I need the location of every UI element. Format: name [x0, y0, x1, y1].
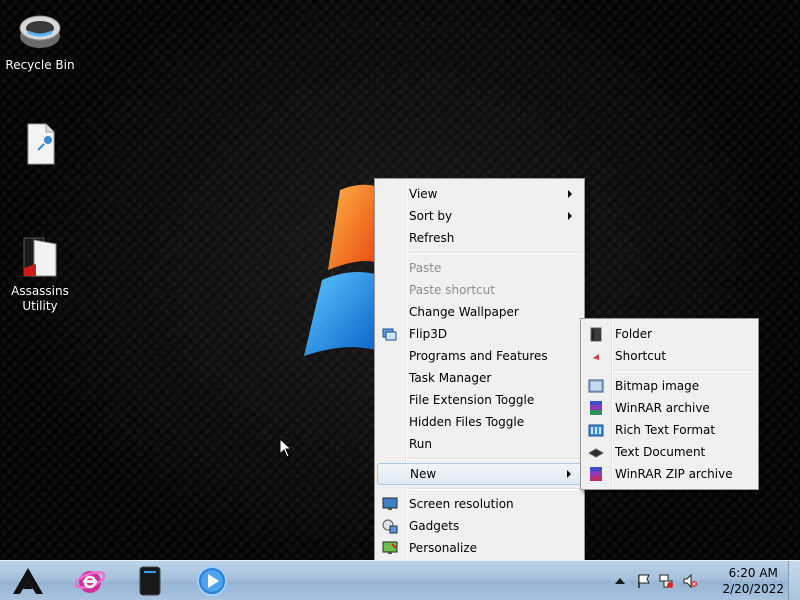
- menu-item-view[interactable]: View: [377, 183, 582, 205]
- menu-item-label: Personalize: [409, 541, 478, 555]
- menu-item-personalize[interactable]: Personalize: [377, 537, 582, 559]
- submenu-item-rich-text-format[interactable]: Rich Text Format: [583, 419, 756, 441]
- menu-separator: [407, 485, 582, 493]
- clock-date: 2/20/2022: [722, 582, 784, 596]
- submenu-item-folder[interactable]: Folder: [583, 323, 756, 345]
- shortcut-icon: [593, 354, 599, 360]
- submenu-item-winrar-archive[interactable]: WinRAR archive: [583, 397, 756, 419]
- monitor-icon: [382, 497, 398, 510]
- desktop-icon-assassins-utility[interactable]: Assassins Utility: [1, 232, 79, 314]
- new-submenu: Folder Shortcut Bitmap image WinRAR arch…: [580, 318, 759, 490]
- shortcut-file-icon: [27, 123, 55, 165]
- mouse-cursor-icon: [279, 438, 291, 458]
- desktop-icon-shortcut-file[interactable]: [1, 120, 79, 172]
- desktop-icon-recycle-bin[interactable]: Recycle Bin: [1, 6, 79, 73]
- submenu-item-text-document[interactable]: Text Document: [583, 441, 756, 463]
- submenu-arrow-icon: [568, 212, 572, 220]
- menu-separator: [407, 455, 582, 463]
- menu-item-sort-by[interactable]: Sort by: [377, 205, 582, 227]
- menu-item-paste[interactable]: Paste: [377, 257, 582, 279]
- menu-item-label: Shortcut: [615, 349, 667, 363]
- action-center-flag-icon[interactable]: [636, 573, 652, 589]
- taskbar: 6:20 AM 2/20/2022: [0, 560, 800, 600]
- menu-item-label: WinRAR ZIP archive: [615, 467, 733, 481]
- submenu-arrow-icon: [568, 190, 572, 198]
- text-document-icon: [588, 448, 604, 458]
- menu-item-change-wallpaper[interactable]: Change Wallpaper: [377, 301, 582, 323]
- personalize-icon: [382, 541, 398, 554]
- drive-icon: [139, 566, 161, 596]
- menu-item-hidden-files-toggle[interactable]: Hidden Files Toggle: [377, 411, 582, 433]
- menu-item-label: Text Document: [615, 445, 706, 459]
- menu-item-label: Run: [409, 437, 433, 451]
- folder-icon: [590, 327, 602, 342]
- taskbar-drive[interactable]: [124, 563, 176, 599]
- menu-separator: [407, 249, 582, 257]
- menu-item-task-manager[interactable]: Task Manager: [377, 367, 582, 389]
- clock-time: 6:20 AM: [728, 566, 778, 580]
- menu-item-file-extension-toggle[interactable]: File Extension Toggle: [377, 389, 582, 411]
- gadgets-icon: [382, 519, 398, 534]
- menu-item-label: Programs and Features: [409, 349, 548, 363]
- taskbar-internet-explorer[interactable]: [64, 563, 116, 599]
- desktop-icon-label: Assassins Utility: [11, 284, 69, 313]
- flip3d-icon: [382, 328, 397, 341]
- menu-item-label: Gadgets: [409, 519, 460, 533]
- menu-item-label: Screen resolution: [409, 497, 514, 511]
- menu-separator: [613, 367, 756, 375]
- menu-item-run[interactable]: Run: [377, 433, 582, 455]
- show-hidden-icons-icon[interactable]: [612, 573, 628, 589]
- menu-item-label: New: [410, 467, 437, 481]
- show-desktop-button[interactable]: [788, 561, 800, 600]
- menu-item-label: Refresh: [409, 231, 455, 245]
- menu-item-flip3d[interactable]: Flip3D: [377, 323, 582, 345]
- submenu-item-winrar-zip-archive[interactable]: WinRAR ZIP archive: [583, 463, 756, 485]
- internet-explorer-icon: [74, 571, 106, 593]
- menu-item-label: Sort by: [409, 209, 453, 223]
- menu-item-programs-and-features[interactable]: Programs and Features: [377, 345, 582, 367]
- menu-item-label: View: [409, 187, 438, 201]
- recycle-bin-icon: [19, 15, 61, 48]
- menu-item-label: WinRAR archive: [615, 401, 710, 415]
- winrar-zip-icon: [590, 467, 602, 481]
- menu-item-gadgets[interactable]: Gadgets: [377, 515, 582, 537]
- menu-item-screen-resolution[interactable]: Screen resolution: [377, 493, 582, 515]
- menu-item-refresh[interactable]: Refresh: [377, 227, 582, 249]
- winrar-icon: [590, 401, 602, 415]
- menu-item-paste-shortcut[interactable]: Paste shortcut: [377, 279, 582, 301]
- menu-item-label: Task Manager: [409, 371, 492, 385]
- media-player-icon: [197, 566, 227, 596]
- network-icon[interactable]: [658, 573, 674, 589]
- start-logo-icon: [13, 568, 43, 594]
- submenu-item-bitmap-image[interactable]: Bitmap image: [583, 375, 756, 397]
- menu-item-label: Hidden Files Toggle: [409, 415, 525, 429]
- menu-item-label: Paste: [409, 261, 442, 275]
- bitmap-icon: [588, 379, 604, 393]
- desktop-context-menu: View Sort by Refresh Paste Paste shortcu…: [374, 178, 585, 564]
- menu-item-label: Flip3D: [409, 327, 448, 341]
- desktop-icon-label: Recycle Bin: [5, 58, 75, 72]
- menu-item-label: Bitmap image: [615, 379, 700, 393]
- submenu-item-shortcut[interactable]: Shortcut: [583, 345, 756, 367]
- menu-item-label: Change Wallpaper: [409, 305, 519, 319]
- clock[interactable]: 6:20 AM 2/20/2022: [722, 565, 784, 597]
- submenu-arrow-icon: [567, 470, 571, 478]
- start-button[interactable]: [2, 563, 54, 599]
- taskbar-media-player[interactable]: [186, 563, 238, 599]
- rtf-icon: [588, 424, 604, 437]
- assassins-utility-folder-icon: [23, 237, 57, 277]
- volume-muted-icon[interactable]: [682, 573, 698, 589]
- menu-item-label: Paste shortcut: [409, 283, 495, 297]
- menu-item-label: File Extension Toggle: [409, 393, 535, 407]
- menu-item-label: Folder: [615, 327, 653, 341]
- menu-item-label: Rich Text Format: [615, 423, 716, 437]
- menu-item-new[interactable]: New: [377, 463, 582, 485]
